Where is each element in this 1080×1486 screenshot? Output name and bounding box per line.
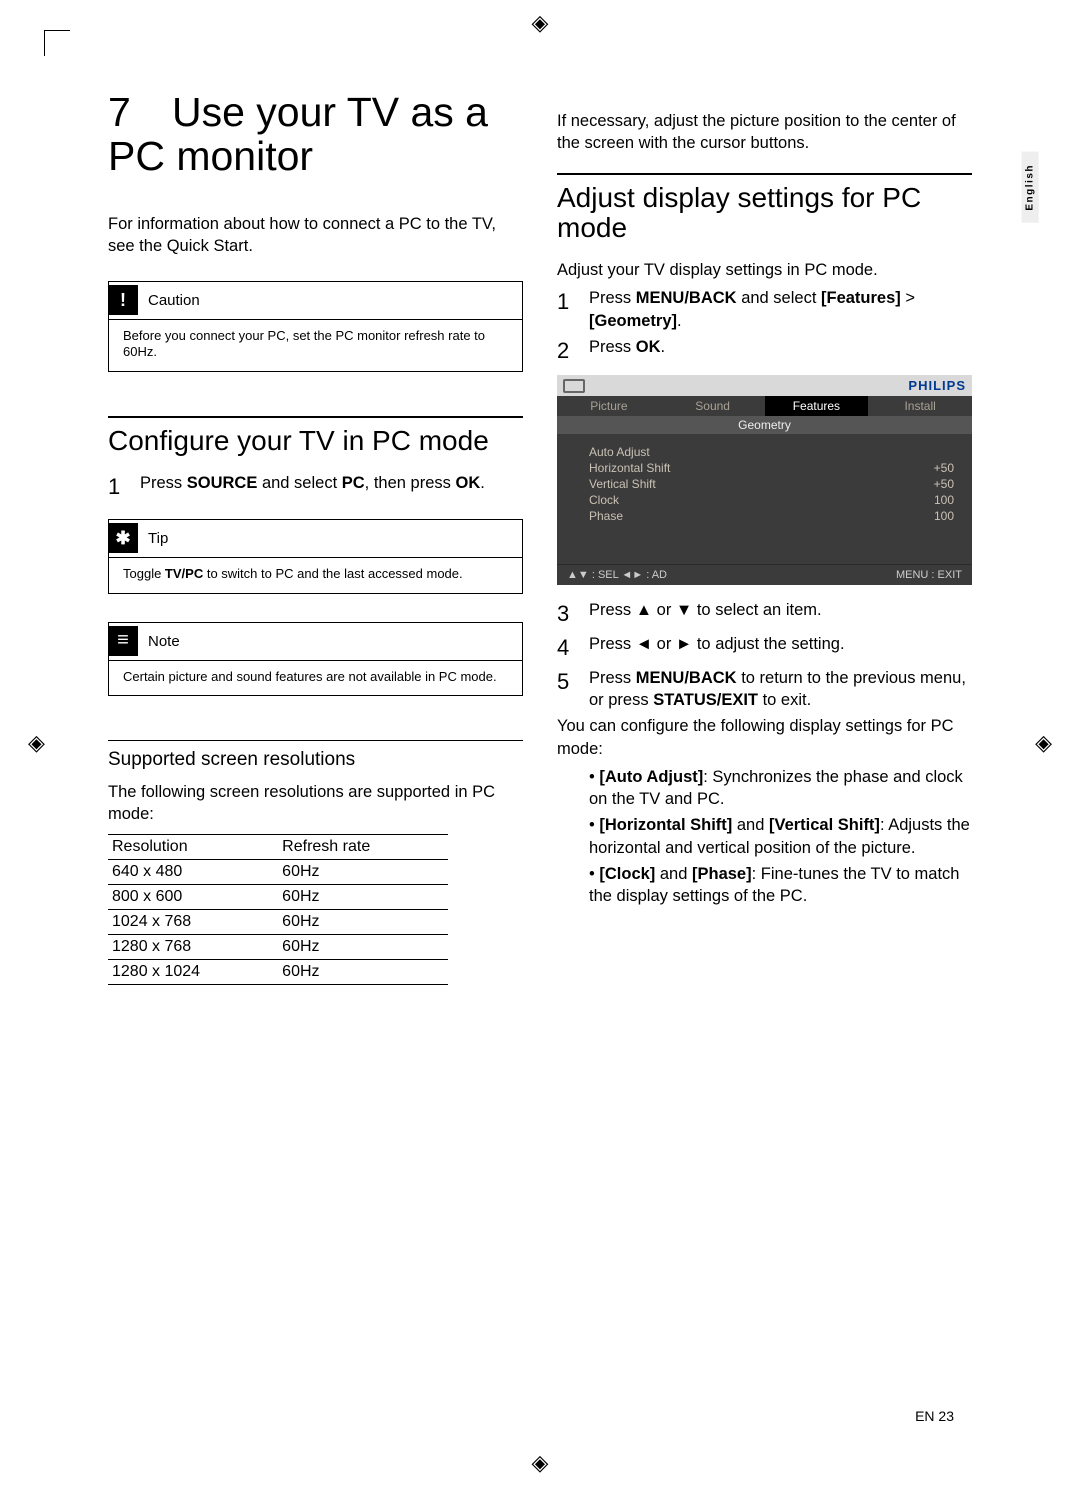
adjust-step-3: 3 Press ▲ or ▼ to select an item. xyxy=(557,599,972,629)
menu-row: Vertical Shift+50 xyxy=(589,476,954,492)
note-body: Certain picture and sound features are n… xyxy=(109,660,522,695)
configure-heading: Conﬁgure your TV in PC mode xyxy=(108,416,523,456)
adjust-after: You can conﬁgure the following display s… xyxy=(557,715,972,760)
note-callout: ≡ Note Certain picture and sound feature… xyxy=(108,622,523,696)
resolutions-table: Resolution Refresh rate 640 x 48060Hz800… xyxy=(108,834,448,985)
tip-body: Toggle TV/PC to switch to PC and the las… xyxy=(109,557,522,592)
resolutions-heading: Supported screen resolutions xyxy=(108,740,523,771)
brand-label: PHILIPS xyxy=(908,378,966,393)
table-row: 1024 x 76860Hz xyxy=(108,909,448,934)
adjust-step-1: 1 Press MENU/BACK and select [Features] … xyxy=(557,287,972,332)
note-label: Note xyxy=(148,633,180,650)
bullet-shift: [Horizontal Shift] and [Vertical Shift]:… xyxy=(589,814,972,859)
menu-tab: Picture xyxy=(557,396,661,416)
page-footer: EN 23 xyxy=(915,1408,954,1424)
intro-text: For information about how to connect a P… xyxy=(108,213,523,258)
col-refresh: Refresh rate xyxy=(278,834,448,859)
menu-row: Horizontal Shift+50 xyxy=(589,460,954,476)
adjust-step-5: 5 Press MENU/BACK to return to the previ… xyxy=(557,667,972,712)
table-row: 1280 x 76860Hz xyxy=(108,934,448,959)
tip-callout: ✱ Tip Toggle TV/PC to switch to PC and t… xyxy=(108,519,523,593)
step-number: 1 xyxy=(557,287,575,332)
left-column: 7Use your TV as a PC monitor For informa… xyxy=(108,90,523,985)
menu-row: Clock100 xyxy=(589,492,954,508)
tip-icon: ✱ xyxy=(108,523,138,553)
menu-row: Phase100 xyxy=(589,508,954,524)
resolutions-intro: The following screen resolutions are sup… xyxy=(108,781,523,826)
right-intro: If necessary, adjust the picture positio… xyxy=(557,110,972,155)
menu-tab: Install xyxy=(868,396,972,416)
caution-label: Caution xyxy=(148,292,200,309)
step-number: 4 xyxy=(557,633,575,663)
tip-label: Tip xyxy=(148,530,168,547)
menu-tab: Sound xyxy=(661,396,765,416)
step-number: 3 xyxy=(557,599,575,629)
step-number: 2 xyxy=(557,336,575,366)
bullet-auto-adjust: [Auto Adjust]: Synchronizes the phase an… xyxy=(589,766,972,811)
menu-tab: Features xyxy=(765,396,869,416)
adjust-lead: Adjust your TV display settings in PC mo… xyxy=(557,259,972,281)
right-column: If necessary, adjust the picture positio… xyxy=(557,90,972,985)
page-title: 7Use your TV as a PC monitor xyxy=(108,90,523,179)
table-row: 1280 x 102460Hz xyxy=(108,959,448,984)
menu-subheader: Geometry xyxy=(557,416,972,434)
table-row: 800 x 60060Hz xyxy=(108,884,448,909)
osd-menu-screenshot: PHILIPS PictureSoundFeaturesInstall Geom… xyxy=(557,375,972,585)
col-resolution: Resolution xyxy=(108,834,278,859)
caution-icon: ! xyxy=(108,285,138,315)
bullet-clock-phase: [Clock] and [Phase]: Fine-tunes the TV t… xyxy=(589,863,972,908)
configure-step-1: 1 Press SOURCE and select PC, then press… xyxy=(108,472,523,502)
caution-callout: ! Caution Before you connect your PC, se… xyxy=(108,281,523,372)
adjust-heading: Adjust display settings for PC mode xyxy=(557,173,972,243)
chapter-number: 7 xyxy=(108,90,172,134)
caution-body: Before you connect your PC, set the PC m… xyxy=(109,319,522,371)
menu-foot-left: ▲▼ : SEL ◄► : AD xyxy=(567,569,667,581)
adjust-step-2: 2 Press OK. xyxy=(557,336,972,366)
adjust-step-4: 4 Press ◄ or ► to adjust the setting. xyxy=(557,633,972,663)
step-number: 1 xyxy=(108,472,126,502)
menu-foot-right: MENU : EXIT xyxy=(896,569,962,581)
table-row: 640 x 48060Hz xyxy=(108,859,448,884)
settings-bullets: [Auto Adjust]: Synchronizes the phase an… xyxy=(589,766,972,908)
step-number: 5 xyxy=(557,667,575,712)
tv-icon xyxy=(563,379,585,393)
note-icon: ≡ xyxy=(108,626,138,656)
menu-row: Auto Adjust xyxy=(589,444,954,460)
